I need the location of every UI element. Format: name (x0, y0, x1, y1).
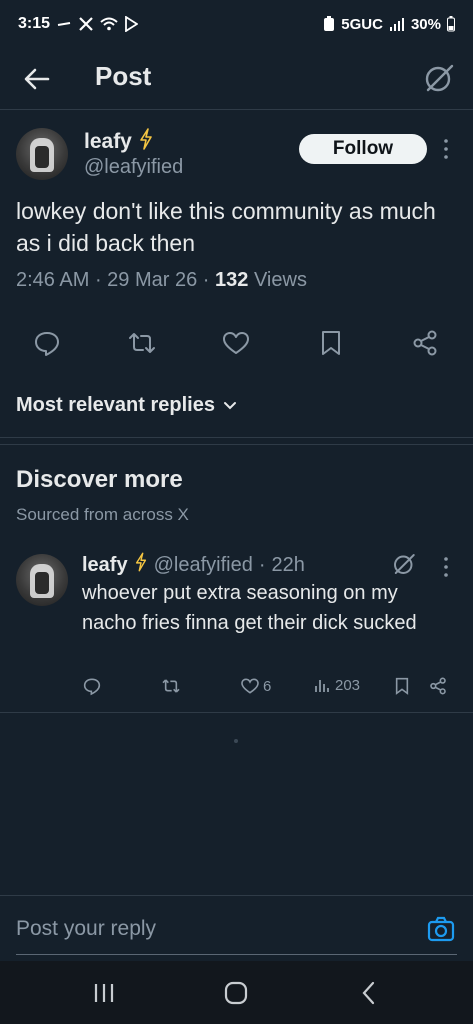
discover-subtitle: Sourced from across X (16, 505, 189, 524)
back-arrow-icon[interactable] (22, 64, 52, 94)
grok-icon[interactable] (392, 552, 416, 576)
like-icon[interactable] (221, 328, 251, 358)
reply-composer: Post your reply (0, 895, 473, 961)
post-text: lowkey don't like this community as much… (16, 198, 436, 256)
signal-icon (389, 17, 405, 31)
post-age: 22h (271, 553, 305, 576)
post-actions (0, 328, 473, 358)
like-button[interactable]: 6 (240, 676, 271, 696)
x-notification-icon (78, 16, 94, 32)
discover-title: Discover more (16, 466, 183, 493)
author-name[interactable]: leafy (84, 130, 132, 154)
share-icon[interactable] (428, 676, 448, 696)
home-icon[interactable] (223, 980, 249, 1006)
section-divider (0, 712, 473, 713)
repost-icon[interactable] (127, 328, 157, 358)
replies-sort-label: Most relevant replies (16, 394, 215, 416)
views-count: 132 (215, 269, 249, 291)
grok-icon[interactable] (423, 62, 455, 94)
views-button[interactable]: 203 (314, 676, 360, 694)
more-options-icon[interactable] (442, 556, 450, 578)
repost-icon[interactable] (161, 676, 181, 696)
views-label: Views (253, 269, 307, 291)
reply-icon[interactable] (32, 328, 62, 358)
system-nav-bar (0, 961, 473, 1024)
play-store-icon (124, 16, 139, 32)
input-underline (16, 954, 457, 955)
battery-level: 30% (410, 15, 441, 33)
author-name[interactable]: leafy (82, 554, 128, 577)
like-icon (241, 678, 259, 694)
related-post-actions: 6 203 (0, 676, 473, 700)
post-meta: 2:46 AM · 29 Mar 26 · 132 Views (16, 269, 307, 291)
avatar[interactable] (16, 128, 68, 180)
avatar[interactable] (16, 554, 68, 606)
wifi-icon (100, 17, 118, 31)
battery-saver-icon (323, 16, 335, 32)
reply-icon[interactable] (82, 676, 102, 696)
recent-apps-icon[interactable] (91, 980, 117, 1006)
back-icon[interactable] (356, 980, 382, 1006)
related-post-text: whoever put extra seasoning on my nacho … (82, 582, 417, 634)
related-post-header: leafy @leafyified · 22h (82, 552, 305, 578)
share-icon[interactable] (410, 328, 440, 358)
more-options-icon[interactable] (442, 138, 450, 160)
related-post[interactable]: leafy @leafyified · 22h whoever put extr… (0, 540, 473, 712)
page-title: Post (95, 61, 152, 91)
status-bar: 3:15 5GUC 30% (0, 0, 473, 48)
reply-input[interactable]: Post your reply (16, 917, 156, 941)
section-divider (0, 444, 473, 445)
bookmark-icon[interactable] (392, 676, 412, 696)
network-type: 5GUC (341, 15, 383, 33)
lightning-bolt-icon (138, 128, 154, 156)
follow-button[interactable]: Follow (299, 134, 427, 164)
status-time: 3:15 (18, 15, 51, 32)
notification-dash-icon (56, 18, 72, 30)
bookmark-icon[interactable] (316, 328, 346, 358)
author-handle[interactable]: @leafyified (154, 554, 253, 577)
chevron-down-icon (223, 394, 237, 417)
author-name-row[interactable]: leafy (84, 128, 154, 156)
post-date: 29 Mar 26 (107, 269, 198, 291)
post-time: 2:46 AM (16, 269, 90, 291)
loading-indicator (234, 739, 238, 743)
battery-icon (447, 16, 455, 32)
view-count: 203 (335, 676, 361, 694)
top-bar: Post (0, 48, 473, 110)
replies-sort-dropdown[interactable]: Most relevant replies (16, 394, 237, 417)
analytics-icon (315, 680, 329, 692)
section-divider (0, 437, 473, 438)
lightning-bolt-icon (134, 552, 148, 578)
like-count: 6 (263, 677, 272, 695)
camera-icon[interactable] (427, 916, 455, 942)
author-handle[interactable]: @leafyified (84, 156, 183, 179)
